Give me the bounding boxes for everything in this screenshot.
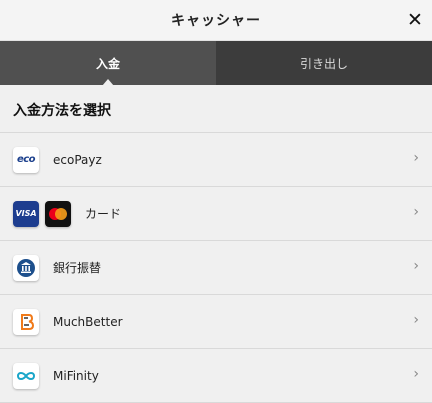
tab-deposit-label: 入金	[95, 56, 120, 71]
chevron-right-icon: ›	[413, 258, 419, 274]
page-title: キャッシャー	[171, 13, 261, 29]
chevron-right-icon: ›	[413, 204, 419, 220]
payment-method-label: カード	[85, 207, 122, 221]
tab-withdraw[interactable]: 引き出し	[216, 41, 432, 85]
payment-method-label: MiFinity	[53, 368, 99, 383]
bank-logo-icon	[13, 254, 39, 281]
chevron-right-icon: ›	[413, 150, 419, 166]
payment-method-label: 銀行振替	[53, 261, 102, 275]
payment-method-list: eco ecoPayz › VISA カード › 銀行振替 › MuchBett…	[0, 132, 432, 403]
chevron-right-icon: ›	[413, 366, 419, 382]
tab-withdraw-label: 引き出し	[299, 56, 348, 71]
payment-method-muchbetter[interactable]: MuchBetter ›	[0, 295, 432, 349]
visa-logo-text: VISA	[15, 209, 37, 218]
chevron-right-icon: ›	[413, 312, 419, 328]
mastercard-logo-icon	[45, 200, 71, 227]
payment-method-ecopayz[interactable]: eco ecoPayz ›	[0, 132, 432, 187]
payment-method-mifinity[interactable]: MiFinity ›	[0, 349, 432, 403]
close-icon: ✕	[407, 9, 423, 31]
payment-method-card[interactable]: VISA カード ›	[0, 187, 432, 241]
visa-logo-icon: VISA	[13, 200, 39, 227]
tab-deposit[interactable]: 入金	[0, 41, 216, 86]
close-button[interactable]: ✕	[404, 9, 426, 31]
cashier-header: キャッシャー ✕	[0, 0, 432, 41]
active-tab-pointer	[102, 79, 114, 86]
muchbetter-logo-icon	[13, 308, 39, 335]
payment-method-label: MuchBetter	[53, 314, 123, 329]
tab-bar: 入金 引き出し	[0, 41, 432, 86]
mifinity-logo-icon	[13, 362, 39, 389]
section-title: 入金方法を選択	[13, 103, 111, 119]
ecopayz-logo-text: eco	[16, 154, 36, 165]
ecopayz-logo-icon: eco	[13, 146, 39, 173]
payment-method-label: ecoPayz	[53, 152, 102, 167]
payment-method-bank-transfer[interactable]: 銀行振替 ›	[0, 241, 432, 295]
